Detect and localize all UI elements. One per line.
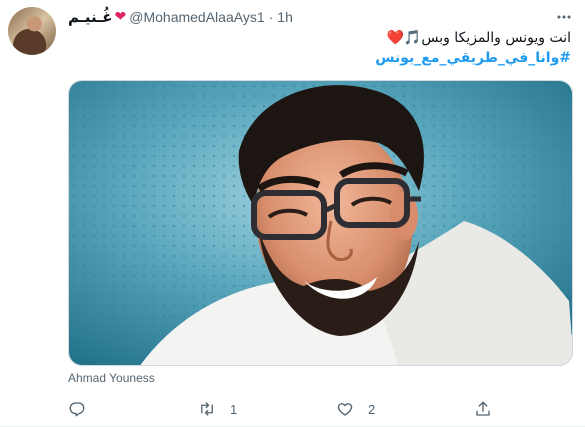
like-button[interactable]: 2 xyxy=(336,398,375,420)
tweet-image[interactable] xyxy=(68,80,573,366)
retweet-button[interactable]: 1 xyxy=(198,398,237,420)
retweet-count: 1 xyxy=(230,401,238,417)
heart-icon xyxy=(337,403,353,416)
portrait-illustration xyxy=(69,81,572,365)
share-icon xyxy=(476,401,490,416)
reply-button[interactable] xyxy=(68,398,100,420)
tweet-actions: 1 2 xyxy=(68,398,573,420)
tweet-text: انت ويونس والمزيكا وبس🎵❤️ xyxy=(386,30,571,46)
share-button[interactable] xyxy=(474,398,492,420)
like-count: 2 xyxy=(368,401,376,417)
tweet[interactable]: غُـنيـم ❤ @MohamedAlaaAys1 · 1h انت ويون… xyxy=(0,0,585,427)
separator-dot: · xyxy=(268,9,274,25)
display-name[interactable]: غُـنيـم xyxy=(68,8,113,26)
more-options-button[interactable] xyxy=(555,8,573,26)
more-horizontal-icon xyxy=(557,15,571,19)
tweet-header: غُـنيـم ❤ @MohamedAlaaAys1 · 1h xyxy=(68,7,293,27)
user-handle[interactable]: @MohamedAlaaAys1 xyxy=(129,9,264,25)
image-caption: Ahmad Youness xyxy=(68,371,155,385)
avatar[interactable] xyxy=(8,7,56,55)
reply-icon xyxy=(69,402,85,417)
red-heart-emoji-icon: ❤ xyxy=(114,9,127,25)
timestamp[interactable]: 1h xyxy=(277,9,293,25)
retweet-icon xyxy=(201,402,213,416)
hashtag-link[interactable]: #وانا_في_طريقي_مع_يونس xyxy=(375,50,571,66)
